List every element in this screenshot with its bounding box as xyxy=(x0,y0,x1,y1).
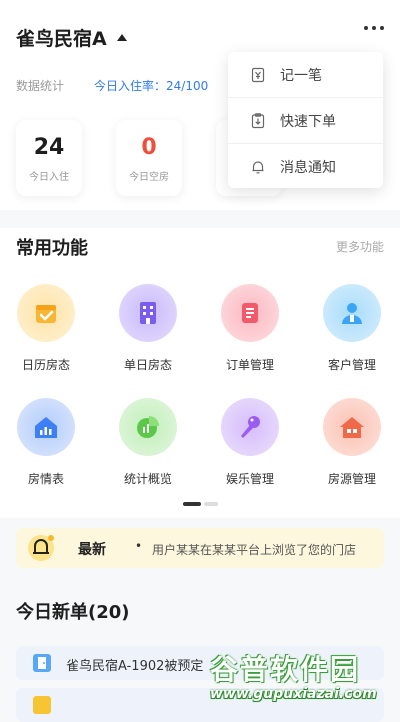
microphone-icon xyxy=(221,398,279,456)
notice-message: 用户某某在某某平台上浏览了您的门店 xyxy=(152,543,357,557)
dropdown-item-record[interactable]: 记一笔 xyxy=(228,52,383,98)
stat-card-checkins[interactable]: 24 今日入住 xyxy=(16,120,82,196)
function-label: 房情表 xyxy=(27,472,64,486)
watermark: 谷普软件园 www.gupuxiazai.com xyxy=(210,648,394,708)
stat-label: 今日入住 xyxy=(29,172,69,183)
notice-separator: • xyxy=(135,539,143,553)
order-list-icon xyxy=(221,284,279,342)
hotel-name: 雀鸟民宿A xyxy=(16,28,107,50)
function-order-management[interactable]: 订单管理 xyxy=(210,284,290,373)
function-calendar-status[interactable]: 日历房态 xyxy=(6,284,86,373)
caret-up-icon xyxy=(116,34,127,41)
dropdown-item-notifications[interactable]: 消息通知 xyxy=(228,144,383,189)
function-label: 娱乐管理 xyxy=(225,472,274,486)
dropdown-item-quick-order[interactable]: 快速下单 xyxy=(228,98,383,144)
bell-icon xyxy=(28,535,54,561)
watermark-url: www.gupuxiazai.com xyxy=(210,686,377,702)
stats-label: 数据统计 xyxy=(16,79,65,93)
notice-tag: 最新 xyxy=(78,542,106,558)
occupancy-rate[interactable]: 今日入住率：24/100 xyxy=(94,77,208,94)
function-property-management[interactable]: 房源管理 xyxy=(312,398,392,487)
stat-card-vacant[interactable]: 0 今日空房 xyxy=(116,120,182,196)
building-icon xyxy=(119,284,177,342)
stat-number: 0 xyxy=(141,135,157,160)
function-label: 订单管理 xyxy=(225,358,274,372)
door-icon xyxy=(33,696,51,714)
functions-panel: 常用功能 更多功能 日历房态 单日房态 订单管理 客户管理 房情表 统计概览 娱… xyxy=(0,228,400,518)
stat-number: 24 xyxy=(33,135,65,160)
dropdown-item-label: 记一笔 xyxy=(280,67,322,84)
order-text: 雀鸟民宿A-1902被预定 xyxy=(66,659,204,674)
hotel-selector[interactable]: 雀鸟民宿A xyxy=(16,24,127,51)
function-label: 房源管理 xyxy=(327,472,376,486)
door-icon xyxy=(33,654,51,672)
function-label: 客户管理 xyxy=(327,358,376,372)
more-functions-link[interactable]: 更多功能 xyxy=(336,238,384,255)
more-menu-icon[interactable] xyxy=(364,26,384,30)
function-daily-status[interactable]: 单日房态 xyxy=(108,284,188,373)
function-statistics-overview[interactable]: 统计概览 xyxy=(108,398,188,487)
house-chart-icon xyxy=(17,398,75,456)
dropdown-item-label: 消息通知 xyxy=(280,159,336,176)
function-label: 单日房态 xyxy=(123,358,172,372)
stat-label: 今日空房 xyxy=(129,172,169,183)
function-label: 日历房态 xyxy=(21,358,70,372)
yen-note-icon xyxy=(251,67,265,82)
function-customer-management[interactable]: 客户管理 xyxy=(312,284,392,373)
user-icon xyxy=(323,284,381,342)
function-room-report[interactable]: 房情表 xyxy=(6,398,86,487)
calendar-check-icon xyxy=(17,284,75,342)
watermark-text: 谷普软件园 xyxy=(210,653,361,686)
pie-chart-icon xyxy=(119,398,177,456)
clipboard-download-icon xyxy=(251,112,265,128)
bell-icon xyxy=(252,160,264,173)
page-indicator xyxy=(183,502,218,506)
section-title-orders: 今日新单(20) xyxy=(16,602,130,623)
notice-bar[interactable]: 最新 • 用户某某在某某平台上浏览了您的门店 xyxy=(16,528,384,568)
function-entertainment-management[interactable]: 娱乐管理 xyxy=(210,398,290,487)
quick-actions-dropdown: 记一笔 快速下单 消息通知 xyxy=(228,52,383,188)
section-title-functions: 常用功能 xyxy=(16,238,88,259)
house-icon xyxy=(323,398,381,456)
dropdown-item-label: 快速下单 xyxy=(280,113,336,130)
function-label: 统计概览 xyxy=(123,472,172,486)
